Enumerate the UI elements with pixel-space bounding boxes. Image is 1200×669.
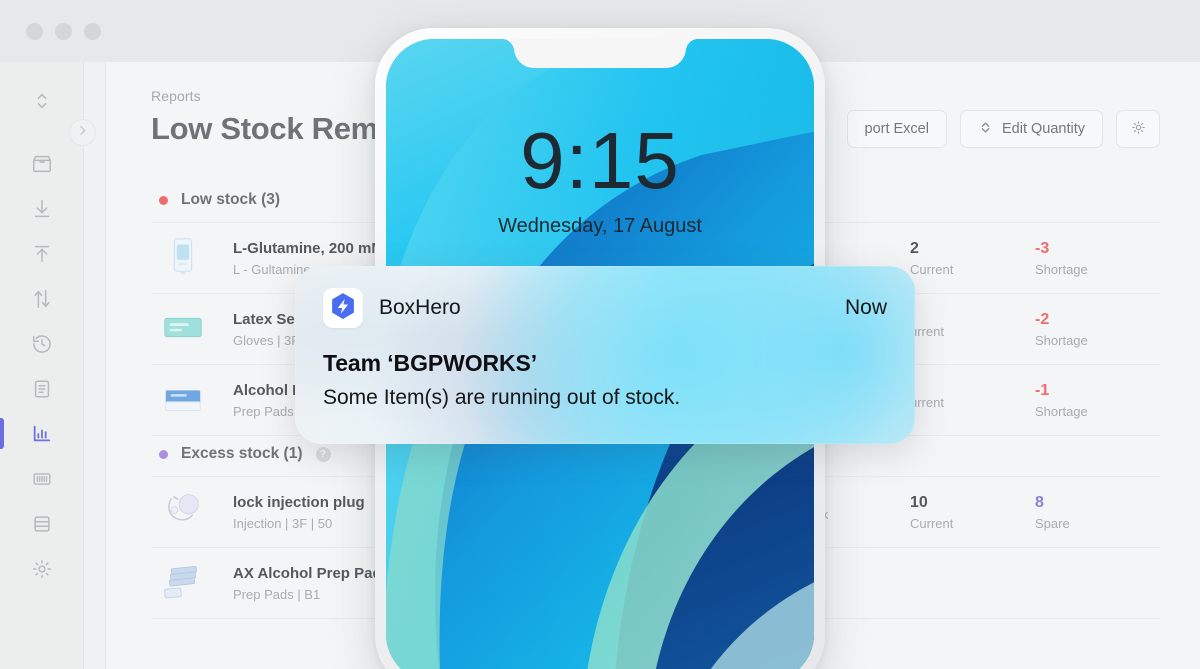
item-thumbnail [159,305,207,353]
sidebar-item-sort[interactable] [0,78,83,123]
metric-shortage: -1 Shortage [1035,382,1160,419]
metric-label: urrent [910,394,944,410]
notification-body: Some Item(s) are running out of stock. [323,386,681,409]
item-metrics: n Stock 10 Current 8 Spare [785,494,1160,531]
sidebar-item-transfer[interactable] [0,276,83,321]
sidebar-item-inbound[interactable] [0,186,83,231]
traffic-lights [26,22,101,40]
database-icon [31,513,53,535]
metric-label: Shortage [1035,261,1088,277]
sidebar-expand-button[interactable] [69,119,96,146]
metric-current: 10 Current [910,494,1035,531]
section-label: Low stock (3) [181,191,281,208]
item-metrics [785,581,1160,585]
chart-bar-icon [31,423,53,445]
notification-header: BoxHero Now [323,288,887,328]
sidebar-item-barcode[interactable] [0,456,83,501]
metric-current: urrent [910,320,1035,339]
prep-pad-stack-icon [160,558,206,609]
chevron-right-icon [76,124,89,142]
sort-icon [31,90,53,112]
phone-notch [502,39,686,68]
metric-shortage: -3 Shortage [1035,240,1160,277]
notification-title: Team ‘BGPWORKS’ [323,350,538,376]
transfer-icon [31,288,53,310]
item-thumbnail [159,488,207,536]
download-icon [31,198,53,220]
status-bullet-excess [159,449,168,459]
metric-label: Current [910,515,954,531]
item-thumbnail [159,559,207,607]
document-icon [31,378,53,400]
metric-current: urrent [910,391,1035,410]
notification-time: Now [844,296,887,319]
notification-content: BoxHero Now Team ‘BGPWORKS’ Some Item(s)… [295,266,915,444]
metric-shortage: -2 Shortage [1035,311,1160,348]
metric-label: urrent [910,323,944,339]
sidebar-item-settings[interactable] [0,546,83,591]
boxhero-bolt-icon [328,291,358,326]
metric-label: Shortage [1035,403,1088,419]
sidebar-item-inventory[interactable] [0,141,83,186]
updown-arrows-icon [978,120,993,139]
close-button[interactable] [26,22,43,40]
metric-current [910,581,1035,585]
notification-banner[interactable]: BoxHero Now Team ‘BGPWORKS’ Some Item(s)… [295,266,915,444]
gear-icon [1131,120,1146,139]
metric-value: 10 [910,493,928,511]
app-icon [323,288,363,328]
metric-spare: 8 Spare [1035,494,1160,531]
glove-box-icon [160,304,206,355]
metric-current: 2 Current [910,240,1035,277]
upload-icon [31,243,53,265]
item-thumbnail [159,234,207,282]
metric-label: Current [910,261,954,277]
desktop-window: Reports Low Stock Remind port Excel Edit… [0,0,1200,669]
gear-icon [31,558,53,580]
iv-bag-icon [160,233,206,284]
lock-time: 9:15 [520,116,680,205]
collapsed-subnav [84,62,106,669]
minimize-button[interactable] [55,22,72,40]
metric-value: -2 [1035,310,1050,328]
table-settings-button[interactable] [1116,110,1160,148]
page-toolbar: port Excel Edit Quantity [846,110,1160,148]
sidebar-item-reports[interactable] [0,411,83,456]
sidebar-item-outbound[interactable] [0,231,83,276]
prep-pad-icon [160,375,206,426]
metric-value: -3 [1035,239,1050,257]
sidebar-item-history[interactable] [0,321,83,366]
status-bullet-low [159,195,168,205]
injection-plug-icon [160,487,206,538]
metric-value: 8 [1035,493,1044,511]
metric-value: 2 [910,239,919,257]
item-thumbnail [159,376,207,424]
lock-date: Wednesday, 17 August [498,215,702,237]
lockscreen-clock: 9:15 Wednesday, 17 August [386,121,814,238]
maximize-button[interactable] [84,22,101,40]
section-label: Excess stock (1) [181,445,303,462]
metric-label: Spare [1035,515,1070,531]
history-icon [31,333,53,355]
export-excel-button[interactable]: port Excel [846,110,947,148]
metric-label: Shortage [1035,332,1088,348]
metric-spare [1035,581,1160,585]
metric-value: -1 [1035,381,1050,399]
box-icon [31,153,53,175]
notification-app-name: BoxHero [379,296,461,319]
sidebar-item-documents[interactable] [0,366,83,411]
sidebar-item-database[interactable] [0,501,83,546]
export-excel-label: port Excel [864,121,929,137]
edit-quantity-button[interactable]: Edit Quantity [959,110,1103,148]
edit-quantity-label: Edit Quantity [1001,121,1085,137]
sidebar-rail [0,62,96,669]
help-icon[interactable]: ? [315,446,331,462]
barcode-icon [31,468,53,490]
